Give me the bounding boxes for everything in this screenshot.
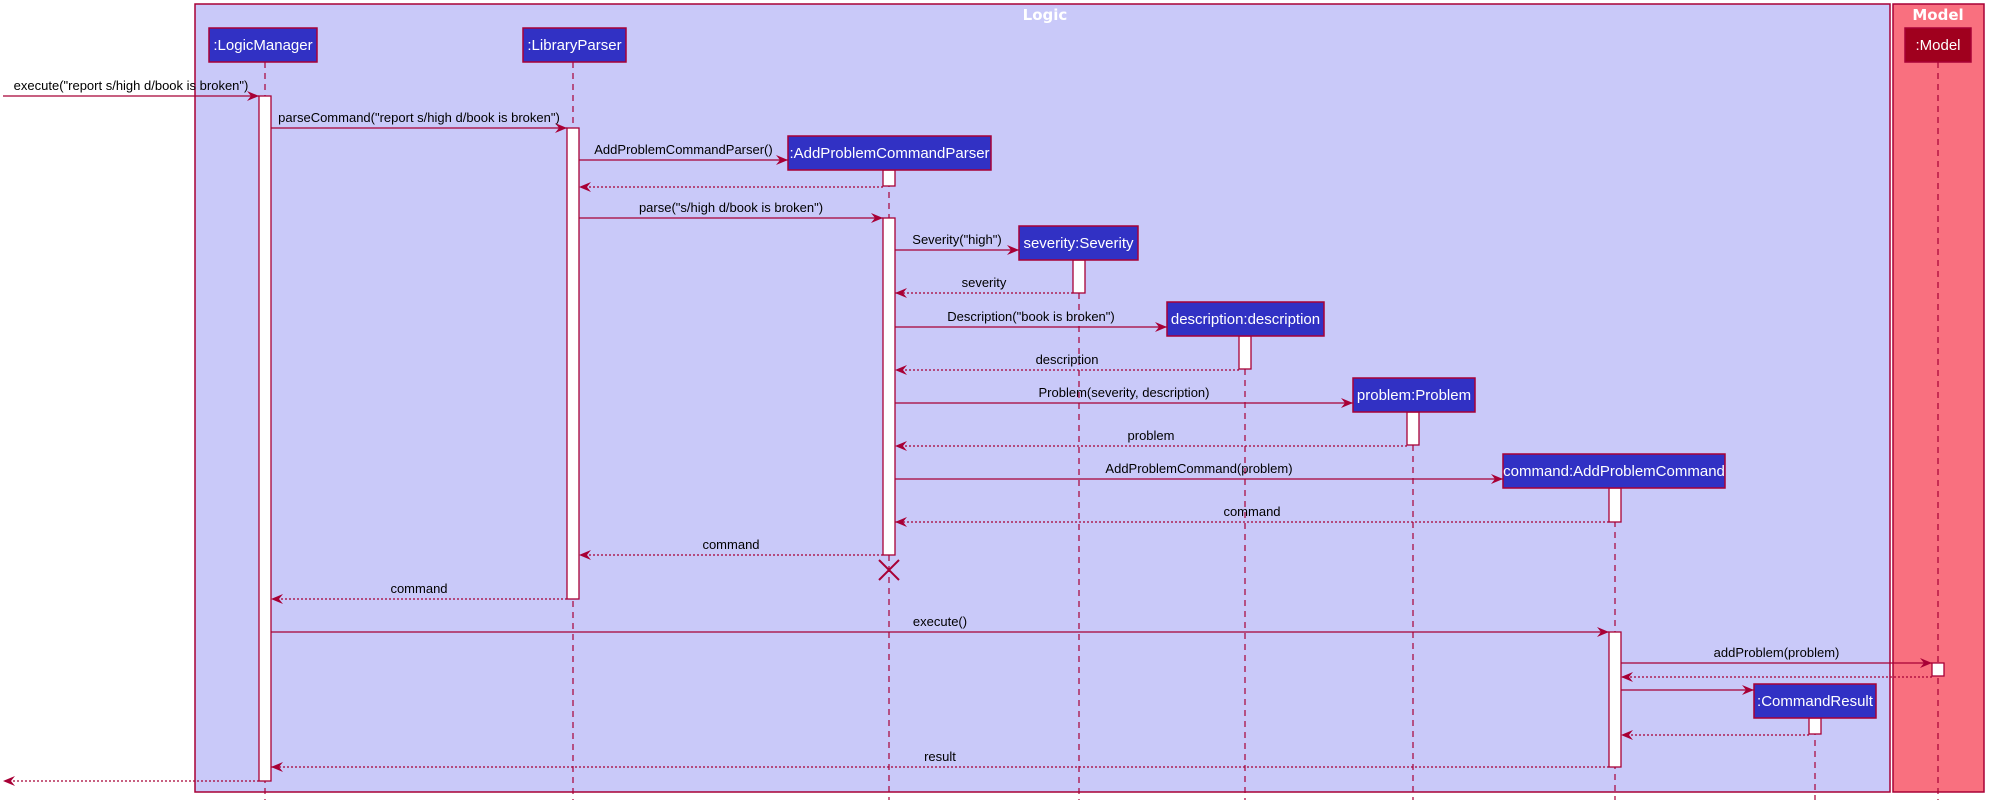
participant-desc[interactable]: description:description <box>1166 301 1325 337</box>
message-label: result <box>924 749 956 764</box>
participant-label: :LogicManager <box>213 37 312 54</box>
participant-apcp[interactable]: :AddProblemCommandParser <box>787 135 992 171</box>
message-label: severity <box>962 275 1007 290</box>
participant-label: :Model <box>1915 37 1960 54</box>
participant-model[interactable]: :Model <box>1904 27 1972 63</box>
message-label: Description("book is broken") <box>947 309 1114 324</box>
message-label: AddProblemCommandParser() <box>594 142 772 157</box>
activation-cmd <box>1608 631 1622 768</box>
participant-label: severity:Severity <box>1023 235 1134 252</box>
participant-cr[interactable]: :CommandResult <box>1753 683 1877 719</box>
activation-model <box>1931 662 1945 677</box>
participant-lm[interactable]: :LogicManager <box>208 27 318 63</box>
message-label: AddProblemCommand(problem) <box>1105 461 1292 476</box>
message-label: Problem(severity, description) <box>1039 385 1210 400</box>
activation-prob <box>1406 411 1420 446</box>
participant-lp[interactable]: :LibraryParser <box>522 27 627 63</box>
message-label: problem <box>1128 428 1175 443</box>
participant-label: :AddProblemCommandParser <box>789 145 989 162</box>
participant-cmd[interactable]: command:AddProblemCommand <box>1502 453 1726 489</box>
participant-sev[interactable]: severity:Severity <box>1018 225 1139 261</box>
message-label: description <box>1036 352 1099 367</box>
message-label: execute() <box>913 614 967 629</box>
participant-label: command:AddProblemCommand <box>1503 463 1725 480</box>
message-label: command <box>1223 504 1280 519</box>
message-label: parse("s/high d/book is broken") <box>639 200 823 215</box>
message-label: execute("report s/high d/book is broken"… <box>14 78 249 93</box>
activation-lm <box>258 95 272 782</box>
message-label: command <box>390 581 447 596</box>
participant-label: problem:Problem <box>1357 387 1471 404</box>
activation-apcp <box>882 217 896 556</box>
message-label: Severity("high") <box>912 232 1001 247</box>
activation-lp <box>566 127 580 600</box>
frame-title: Logic <box>1023 6 1068 24</box>
frame-title: Model <box>1912 6 1963 24</box>
message-label: parseCommand("report s/high d/book is br… <box>278 110 560 125</box>
participant-label: :CommandResult <box>1757 693 1874 710</box>
message-label: addProblem(problem) <box>1714 645 1840 660</box>
sequence-diagram: Logic Model execute("report s/high d/book… <box>3 3 1985 800</box>
activation-sev <box>1072 259 1086 294</box>
activation-cmd <box>1608 487 1622 523</box>
participant-label: description:description <box>1171 311 1320 328</box>
activation-cr <box>1808 717 1822 735</box>
message-label: command <box>702 537 759 552</box>
activation-apcp <box>882 169 896 187</box>
participant-label: :LibraryParser <box>527 37 621 54</box>
activation-desc <box>1238 335 1252 370</box>
participant-prob[interactable]: problem:Problem <box>1352 377 1476 413</box>
